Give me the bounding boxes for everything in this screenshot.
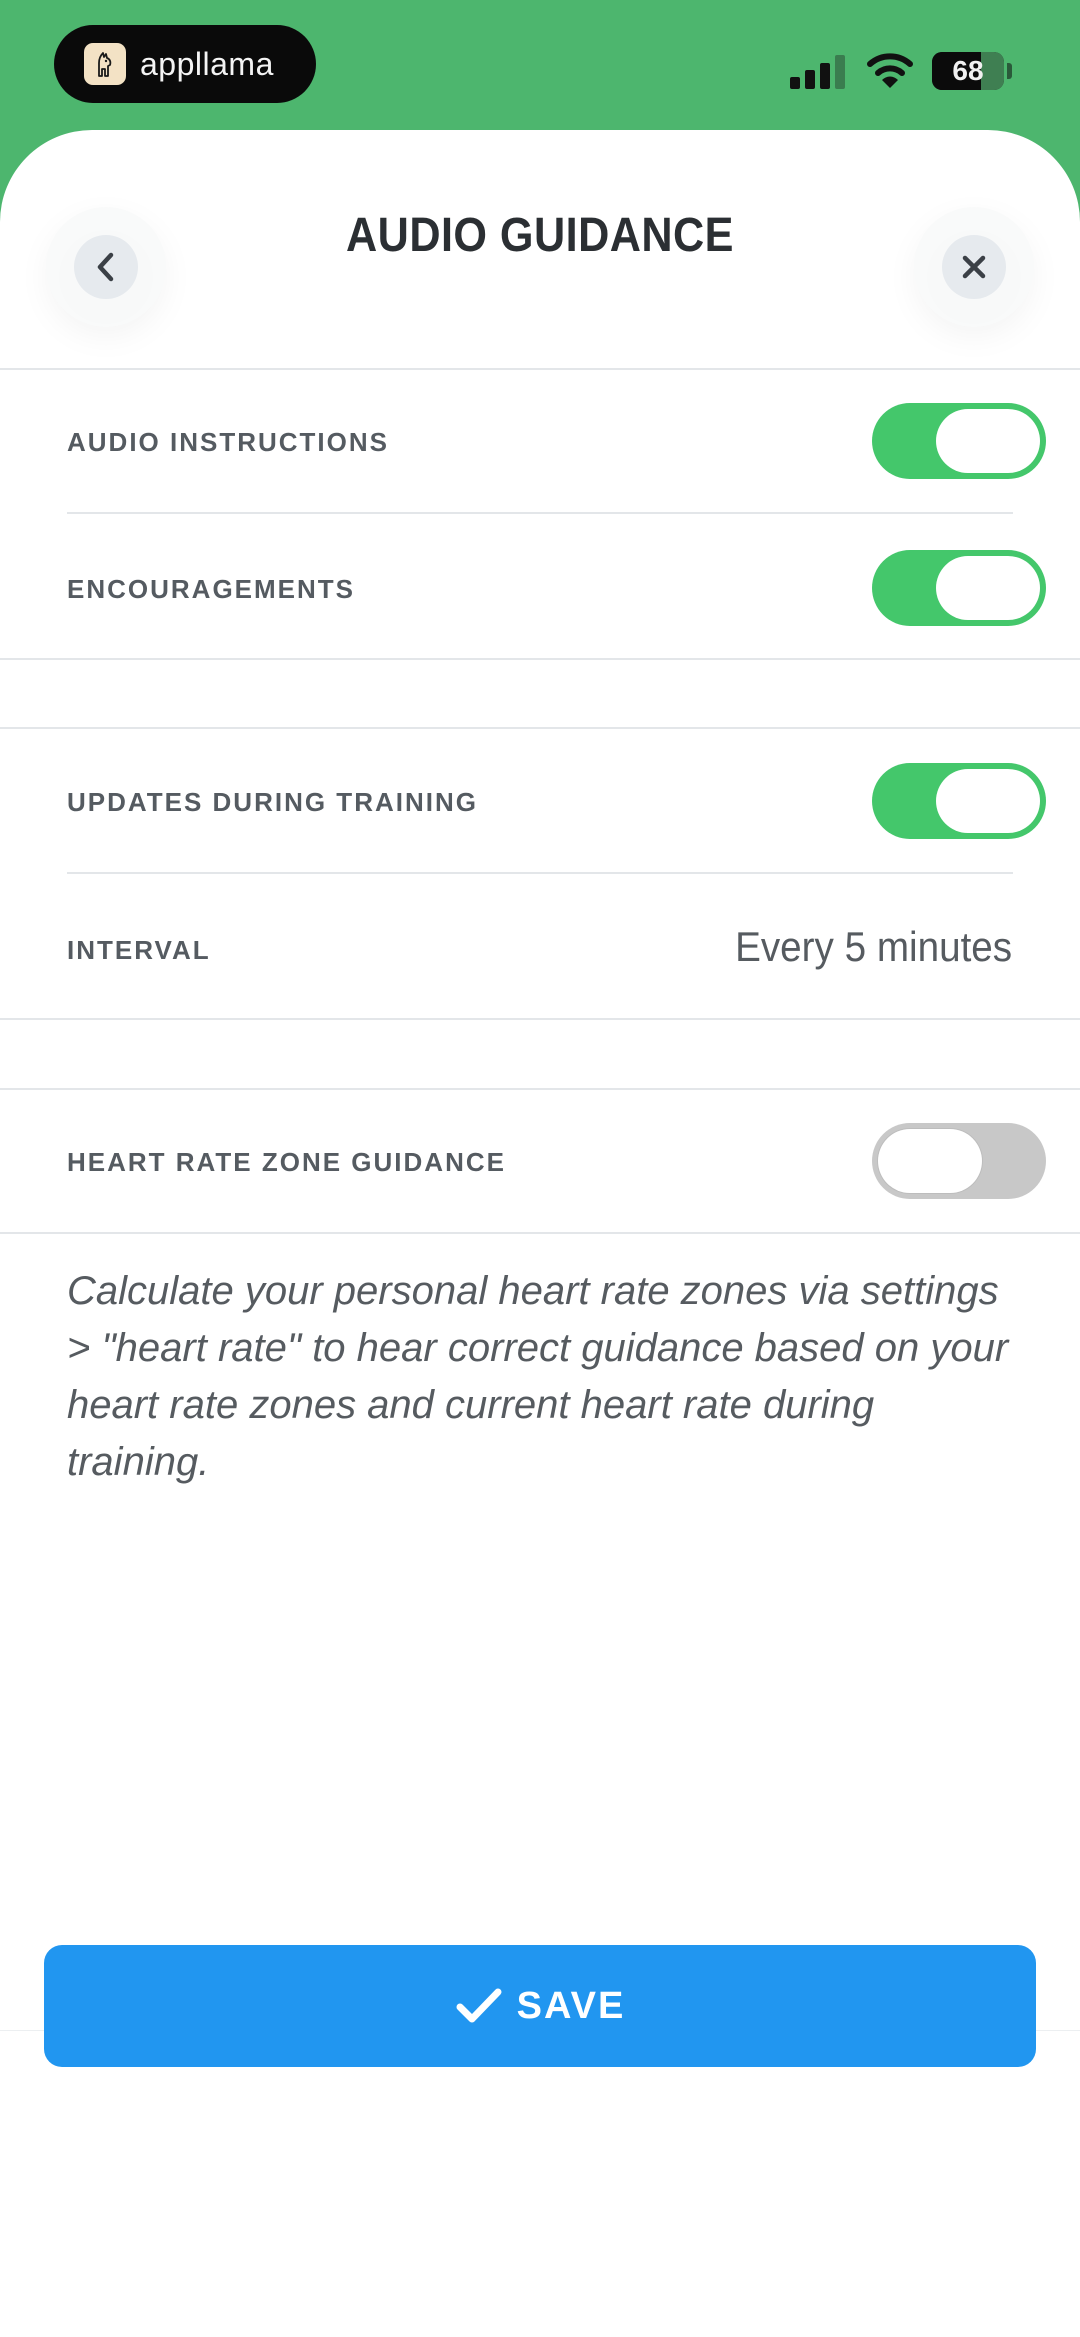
- divider: [0, 1232, 1080, 1234]
- status-bar: appllama 68: [0, 0, 1080, 140]
- toggle-knob: [936, 769, 1040, 833]
- audio-instructions-toggle[interactable]: [872, 403, 1046, 479]
- battery-icon: 68: [932, 52, 1004, 90]
- updates-during-training-label: UPDATES DURING TRAINING: [67, 787, 478, 817]
- save-button[interactable]: SAVE: [44, 1945, 1036, 2067]
- app-indicator-pill[interactable]: appllama: [54, 25, 316, 103]
- divider: [67, 872, 1013, 874]
- updates-during-training-toggle[interactable]: [872, 763, 1046, 839]
- wifi-icon: [867, 53, 913, 88]
- heart-rate-hint-text: Calculate your personal heart rate zones…: [67, 1269, 1009, 1484]
- cellular-signal-icon: [790, 55, 845, 89]
- encouragements-label: ENCOURAGEMENTS: [67, 574, 356, 604]
- divider: [0, 727, 1080, 729]
- sheet-header: AUDIO GUIDANCE: [0, 130, 1080, 368]
- heart-rate-zone-guidance-toggle[interactable]: [872, 1123, 1046, 1199]
- close-button[interactable]: [942, 235, 1006, 299]
- battery-level: 68: [952, 55, 984, 86]
- toggle-knob: [936, 556, 1040, 620]
- app-pill-label: appllama: [140, 45, 274, 82]
- encouragements-toggle[interactable]: [872, 550, 1046, 626]
- page-title: AUDIO GUIDANCE: [346, 209, 734, 262]
- divider: [0, 1018, 1080, 1020]
- divider: [67, 512, 1013, 514]
- audio-instructions-label: AUDIO INSTRUCTIONS: [67, 427, 389, 457]
- interval-label: INTERVAL: [67, 935, 211, 965]
- divider: [0, 1088, 1080, 1090]
- close-icon: [962, 255, 986, 279]
- divider: [0, 658, 1080, 660]
- divider: [0, 368, 1080, 370]
- battery-tip: [1007, 63, 1012, 79]
- heart-rate-zone-guidance-label: HEART RATE ZONE GUIDANCE: [67, 1147, 506, 1177]
- toggle-knob: [878, 1129, 982, 1193]
- save-button-label: SAVE: [516, 1984, 626, 2027]
- llama-logo-icon: [84, 43, 126, 85]
- interval-value[interactable]: Every 5 minutes: [735, 923, 1012, 971]
- toggle-knob: [936, 409, 1040, 473]
- checkmark-icon: [456, 1988, 502, 2023]
